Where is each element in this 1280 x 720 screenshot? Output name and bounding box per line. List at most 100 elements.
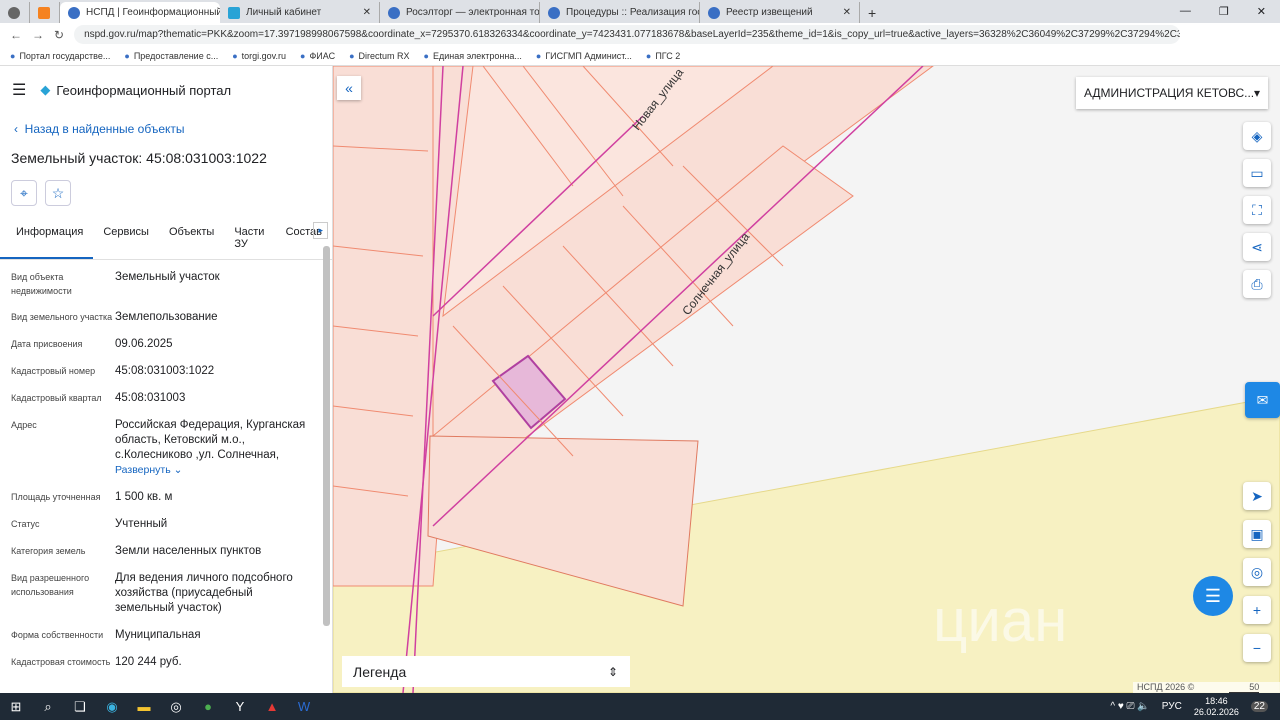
object-title: Земельный участок: 45:08:031003:1022 <box>11 150 267 166</box>
attribute-value: Для ведения личного подсобного хозяйства… <box>115 572 293 614</box>
clock[interactable]: 18:46 26.02.2026 <box>1194 696 1239 718</box>
attribute-value: 45:08:031003 <box>115 392 186 404</box>
edge-icon[interactable]: ◉ <box>96 699 128 715</box>
pinned-tab[interactable] <box>0 2 30 23</box>
close-icon[interactable]: ✕ <box>843 7 851 18</box>
attribute-key: Форма собственности <box>11 630 104 640</box>
attribute-row: Форма собственности Муниципальная <box>11 628 320 643</box>
legend-label: Легенда <box>353 663 407 680</box>
explorer-icon[interactable]: ▬ <box>128 699 160 714</box>
map-layers: Новая_улица Солнечная_улица циан <box>333 66 1280 693</box>
minimize-icon[interactable]: — <box>1180 5 1191 18</box>
print-button[interactable]: ⎙ <box>1243 270 1271 298</box>
attribute-key: Дата присвоения <box>11 339 83 349</box>
chat-button[interactable]: ☰ <box>1193 576 1233 616</box>
bookmark[interactable]: ПГС 2 <box>646 51 680 61</box>
attribute-key: Вид земельного участка <box>11 312 113 322</box>
legend-toggle[interactable]: Легенда <box>342 656 630 687</box>
word-icon[interactable]: W <box>288 699 320 714</box>
site-icon <box>68 6 80 19</box>
favorite-button[interactable]: ☆ <box>45 180 71 206</box>
object-tabs: Информация Сервисы Объекты Части ЗУ Сост… <box>0 218 332 260</box>
minimap-button[interactable]: ▣ <box>1243 520 1271 548</box>
attribute-value: 120 244 руб. <box>115 656 182 668</box>
browser-tab[interactable]: НСПД | Геоинформационный п✕ <box>60 2 220 23</box>
attribute-row: Адрес Российская Федерация, Курганская об… <box>11 418 320 478</box>
attribute-key: Вид разрешенного использования <box>11 573 90 597</box>
windows-start-icon[interactable]: ⊞ <box>0 699 32 715</box>
task-view-icon[interactable]: ❏ <box>64 699 96 715</box>
tab-label: Личный кабинет <box>246 7 322 18</box>
tabs-scroll-right-button[interactable]: ▸ <box>313 222 328 239</box>
close-icon[interactable]: ✕ <box>363 7 371 18</box>
reload-icon[interactable]: ↻ <box>54 28 64 42</box>
navigate-button[interactable]: ➤ <box>1243 482 1271 510</box>
browser-tab[interactable]: Личный кабинет ✕ <box>220 2 380 23</box>
url-input[interactable]: nspd.gov.ru/map?thematic=PKK&zoom=17.397… <box>74 25 1180 44</box>
share-button[interactable]: ⋖ <box>1243 233 1271 261</box>
yandex-icon[interactable]: Y <box>224 699 256 714</box>
chrome-icon[interactable]: ● <box>192 699 224 714</box>
feedback-button[interactable]: ✉ <box>1245 382 1280 418</box>
back-icon[interactable]: ← <box>10 28 22 42</box>
portal-logo-icon: ◆ <box>40 82 51 97</box>
attribute-row: Кадастровый номер 45:08:031003:1022 <box>11 364 320 379</box>
attribute-row: Вид разрешенного использования Для ведени… <box>11 571 320 616</box>
attribute-row: Дата присвоения 09.06.2025 <box>11 337 320 352</box>
attribute-value: 09.06.2025 <box>115 338 173 350</box>
bookmark[interactable]: ФИАС <box>300 51 335 61</box>
browser-tab[interactable]: Реестр извещений ✕ <box>700 2 860 23</box>
back-link[interactable]: ‹ Назад в найденные объекты <box>14 122 332 136</box>
layers-button[interactable]: ◈ <box>1243 122 1271 150</box>
close-window-icon[interactable]: ✕ <box>1257 5 1266 18</box>
tab-info[interactable]: Информация <box>0 218 94 259</box>
language-indicator[interactable]: РУС <box>1162 701 1182 712</box>
tab-objects[interactable]: Объекты <box>159 218 224 259</box>
bookmark[interactable]: ГИСГМП Админист... <box>536 51 632 61</box>
panel-scrollbar[interactable] <box>323 246 330 626</box>
bookmark[interactable]: Предоставление с... <box>124 51 218 61</box>
bookmark[interactable]: torgi.gov.ru <box>232 51 286 61</box>
attribute-value: Землепользование <box>115 311 218 323</box>
attribute-value: Муниципальная <box>115 629 201 641</box>
tab-parts[interactable]: Части ЗУ <box>224 218 275 259</box>
attribute-row: Вид объекта недвижимости Земельный участо… <box>11 270 320 298</box>
select-area-button[interactable]: ⛶ <box>1243 196 1271 224</box>
attribute-value: Российская Федерация, Курганская область… <box>115 418 310 478</box>
map-canvas[interactable]: Новая_улица Солнечная_улица циан « АДМИН… <box>333 66 1280 693</box>
attribute-row: Кадастровая стоимость 120 244 руб. <box>11 655 320 670</box>
notifications-badge[interactable]: 22 <box>1250 701 1268 712</box>
admin-select-value: АДМИНИСТРАЦИЯ КЕТОВС... <box>1084 86 1255 100</box>
tray-icons[interactable]: ^ ♥ ⎚ 🔈 <box>1110 701 1149 712</box>
bookmark[interactable]: Единая электронна... <box>424 51 522 61</box>
tab-label: Процедуры :: Реализация госи <box>566 7 700 18</box>
menu-icon[interactable]: ☰ <box>12 80 26 100</box>
browser-tab[interactable]: Росэлторг — электронная торг✕ <box>380 2 540 23</box>
geolocation-button[interactable]: ◎ <box>1243 558 1271 586</box>
maximize-icon[interactable]: ❐ <box>1219 5 1229 18</box>
app-icon[interactable]: ◎ <box>160 699 192 715</box>
admin-select[interactable]: АДМИНИСТРАЦИЯ КЕТОВС... <box>1076 77 1268 109</box>
browser-tab[interactable]: Процедуры :: Реализация госи✕ <box>540 2 700 23</box>
browser-tabbar: НСПД | Геоинформационный п✕ Личный кабин… <box>0 0 1280 23</box>
forward-icon[interactable]: → <box>32 28 44 42</box>
expand-address-link[interactable]: Развернуть ⌄ <box>115 463 310 478</box>
collapse-panel-button[interactable]: « <box>337 76 361 100</box>
tab-services[interactable]: Сервисы <box>93 218 159 259</box>
attribute-key: Вид объекта недвижимости <box>11 272 72 296</box>
bookmark[interactable]: Портал государстве... <box>10 51 110 61</box>
pinned-tab[interactable] <box>30 2 60 23</box>
tab-label: НСПД | Геоинформационный п <box>86 7 220 18</box>
zoom-in-button[interactable]: + <box>1243 596 1271 624</box>
bookmark[interactable]: Directum RX <box>349 51 410 61</box>
locate-on-map-button[interactable]: ⌖ <box>11 180 37 206</box>
ruler-button[interactable]: ▭ <box>1243 159 1271 187</box>
attribute-row: Категория земель Земли населенных пунктов <box>11 544 320 559</box>
zoom-out-button[interactable]: − <box>1243 634 1271 662</box>
attribute-key: Кадастровый квартал <box>11 393 102 403</box>
new-tab-button[interactable]: + <box>860 2 890 23</box>
tab-label: Росэлторг — электронная торг <box>406 7 540 18</box>
pdf-icon[interactable]: ▲ <box>256 699 288 714</box>
search-icon[interactable]: ⌕ <box>32 699 64 715</box>
map-attribution: НСПД 2026 © 50 m <box>1133 682 1280 693</box>
